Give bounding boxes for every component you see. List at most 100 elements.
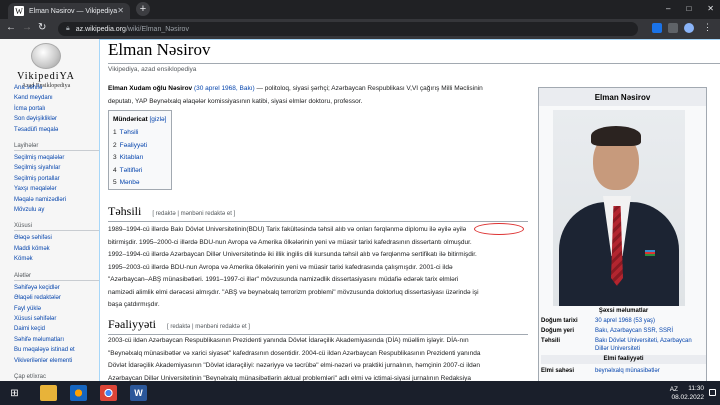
url-host: az.wikipedia.org [75, 25, 126, 33]
profile-avatar[interactable] [684, 23, 694, 33]
paragraph-line: "Beynəlxalq münasibətlər və xarici siyas… [108, 349, 481, 357]
clock-date: 08.02.2022 [671, 394, 704, 401]
lock-icon: 🔒︎ [66, 25, 70, 32]
sidebar-link[interactable]: Kənd meydanı [14, 93, 100, 103]
start-icon[interactable]: ⊞ [6, 385, 23, 401]
infobox-value[interactable]: Bakı Dövlət Universiteti, Azərbaycan Dil… [595, 337, 706, 353]
maximize-icon[interactable]: □ [686, 4, 691, 13]
clock-time: 11:30 [688, 385, 704, 392]
paragraph-line: namizədi alimlik elmi dərəcəsi almışdır.… [108, 288, 479, 296]
infobox-key: Elmi sahəsi [541, 368, 575, 374]
infobox-value[interactable]: 30 aprel 1968 (53 yaş) [595, 317, 706, 325]
infobox-rows: Doğum tarixi 30 aprel 1968 (53 yaş) Doğum … [541, 317, 706, 377]
reload-icon[interactable]: ↻ [38, 22, 46, 33]
infobox: Elman Nəsirov Şəxsi məlumatlar Doğum tar… [538, 87, 707, 382]
infobox-key: Doğum tarixi [541, 318, 578, 324]
toc-item[interactable]: 1 Təhsili [113, 127, 167, 140]
sidebar-link[interactable]: Kömək [14, 254, 100, 264]
sidebar-link[interactable]: Əlaqəli redaktələr [14, 293, 100, 303]
sidebar-link[interactable]: Vikiverilənlər elementi [14, 356, 100, 366]
browser-titlebar: W Elman Nəsirov — Vikipediya ✕ + – □ ✕ [0, 0, 720, 19]
infobox-value[interactable]: beynəlxalq münasibətlər [595, 367, 706, 375]
sidebar-link[interactable]: Seçilmiş portallar [14, 174, 100, 184]
intro-date-link[interactable]: (30 aprel 1968, Bakı) [194, 85, 255, 92]
infobox-key: Doğum yeri [541, 328, 575, 334]
infobox-row: Təhsili Bakı Dövlət Universiteti, Azərbay… [541, 337, 706, 353]
infobox-value[interactable]: Bakı, Azərbaycan SSR, SSRİ [595, 327, 706, 335]
section-edit-links[interactable]: [ redaktə | mənbəni redaktə et ] [167, 324, 250, 330]
browser-toolbar: ← → ↻ 🔒︎ az.wikipedia.org /wiki/Elman_Nə… [0, 19, 720, 39]
extension-icon[interactable] [652, 23, 662, 33]
windows-taskbar: ⊞ W AZ 11:30 08.02.2022 [0, 381, 720, 405]
file-explorer-icon[interactable] [40, 385, 57, 401]
toc-number: 3 [113, 154, 117, 161]
paragraph-line: 1989–1994-cü illərdə Bakı Dövlət Univers… [108, 226, 467, 233]
sidebar-link[interactable]: Ələqə səhifəsi [14, 233, 100, 243]
toc-label: Kitabları [119, 154, 144, 161]
chrome-icon[interactable] [100, 385, 117, 401]
globe-icon [31, 43, 61, 69]
toc-item[interactable]: 2 Fəaliyyəti [113, 140, 167, 153]
infobox-title: Elman Nəsirov [539, 88, 706, 106]
browser-tab[interactable]: W Elman Nəsirov — Vikipediya ✕ [8, 3, 130, 19]
toc-number: 2 [113, 141, 117, 149]
puzzle-icon[interactable] [668, 23, 678, 33]
intro-text-2: deputatı, YAP Beynəlxalq əlaqələr komiss… [108, 97, 363, 105]
logo-wordmark: VikipediYA [17, 71, 75, 82]
toc-label: Təltifləri [119, 166, 143, 174]
sidebar-link[interactable]: Təsadüfi məqalə [14, 125, 100, 135]
firefox-icon[interactable] [70, 385, 87, 401]
sidebar-link[interactable]: Seçilmiş məqalələr [14, 153, 100, 163]
toc-item[interactable]: 5 Mənbə [113, 177, 167, 190]
sidebar-link[interactable]: Mövzulu ay [14, 205, 100, 215]
portrait-photo[interactable] [553, 110, 685, 306]
new-tab-button[interactable]: + [136, 2, 150, 16]
infobox-row: Doğum tarixi 30 aprel 1968 (53 yaş) [541, 317, 706, 325]
paragraph-line: başa çatdırmışdır. [108, 301, 160, 308]
intro-paragraph: Elman Xudam oğlu Nəsirov (30 aprel 1968,… [108, 83, 528, 108]
notification-icon[interactable] [709, 389, 716, 396]
toc-number: 1 [113, 129, 117, 136]
window-close-icon[interactable]: ✕ [707, 4, 714, 13]
toc-item[interactable]: 3 Kitabları [113, 152, 167, 165]
sidebar-link[interactable]: Maddi kömək [14, 244, 100, 254]
page-subtitle: Vikipediya, azad ensiklopediya [108, 66, 197, 73]
infobox-caption: Şəxsi məlumatlar [598, 308, 649, 314]
address-bar[interactable]: 🔒︎ az.wikipedia.org /wiki/Elman_Nəsirov [58, 22, 638, 36]
section-heading-activity: Fəaliyyəti [ redaktə | mənbəni redaktə e… [108, 317, 528, 335]
sidebar-link[interactable]: Məqalə namizədləri [14, 195, 100, 205]
taskbar-clock[interactable]: 11:30 08.02.2022 [671, 384, 704, 402]
word-icon[interactable]: W [130, 385, 147, 401]
toc-number: 4 [113, 166, 117, 174]
sidebar-link[interactable]: Bu məqaləyə istinad et [14, 345, 100, 355]
flag-pin-icon [645, 250, 655, 256]
sidebar-link[interactable]: Ana səhifə [14, 83, 100, 93]
window-controls: – □ ✕ [666, 4, 714, 13]
forward-icon[interactable]: → [22, 22, 32, 33]
toc-title: Mündəricat [gizlə] [113, 116, 167, 123]
toc-toggle[interactable]: [gizlə] [149, 116, 166, 123]
sidebar-link[interactable]: Seçilmiş siyahılar [14, 163, 100, 173]
sidebar-link[interactable]: Səhifə məlumatları [14, 335, 100, 345]
sidebar-link[interactable]: Xüsusi səhifələr [14, 314, 100, 324]
infobox-row: Elmi sahəsi beynəlxalq münasibətlər [541, 367, 706, 375]
sidebar-link[interactable]: İcma portalı [14, 104, 100, 114]
infobox-key: Təhsili [541, 338, 561, 344]
menu-icon[interactable]: ⋮ [703, 22, 712, 33]
sidebar-link[interactable]: Yaxşı məqalələr [14, 184, 100, 194]
sidebar-link[interactable]: Daimi keçid [14, 324, 100, 334]
tab-close-icon[interactable]: ✕ [117, 6, 124, 15]
sidebar-heading: Xüsusi [14, 223, 100, 232]
paragraph-line: 1995–2003-cü illərdə BDU-nun Avropa və A… [108, 263, 453, 271]
sidebar-link[interactable]: Səhifəyə keçidlər [14, 283, 100, 293]
toc-item[interactable]: 4 Təltifləri [113, 165, 167, 178]
url-path: /wiki/Elman_Nəsirov [125, 25, 189, 33]
education-paragraph: 1989–1994-cü illərdə Bakı Dövlət Univers… [108, 224, 534, 312]
sidebar-link[interactable]: Son dəyişikliklər [14, 114, 100, 124]
infobox-section: Elmi fəaliyyəti [541, 355, 706, 364]
minimize-icon[interactable]: – [666, 4, 670, 13]
section-edit-links[interactable]: [ redaktə | mənbəni redaktə et ] [152, 211, 235, 217]
sidebar-link[interactable]: Fayl yüklə [14, 304, 100, 314]
annotation-circle [474, 223, 524, 235]
back-icon[interactable]: ← [6, 22, 16, 33]
